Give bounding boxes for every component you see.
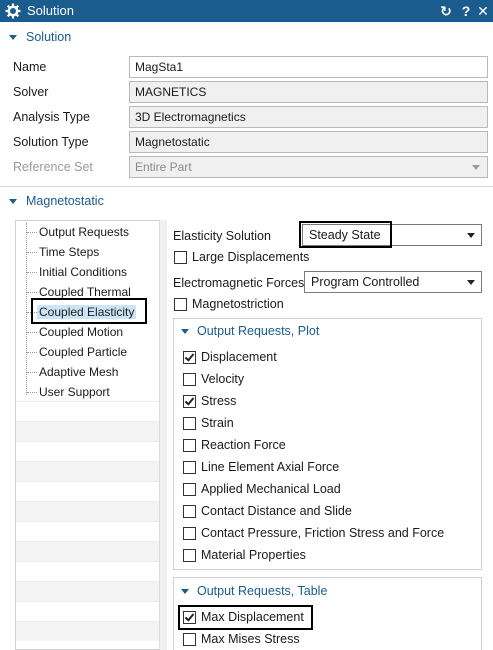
solution-type-field: Magnetostatic: [129, 131, 488, 153]
close-icon[interactable]: ✕: [475, 2, 491, 20]
magnetostatic-section-header[interactable]: Magnetostatic: [0, 191, 493, 213]
title-bar: Solution ↻ ? ✕: [0, 0, 493, 22]
collapse-triangle-icon: [181, 589, 189, 594]
tree-empty-row: [16, 481, 159, 501]
em-forces-select[interactable]: Program Controlled: [304, 271, 482, 293]
tree-empty-row: [16, 521, 159, 541]
tree-empty-row: [16, 441, 159, 461]
tree-empty-row: [16, 461, 159, 481]
collapse-triangle-icon: [9, 199, 17, 204]
analysis-type-field: 3D Electromagnetics: [129, 106, 488, 128]
tree-empty-row: [16, 621, 159, 641]
solution-section-header[interactable]: Solution: [0, 27, 493, 49]
reference-set-select: Entire Part: [129, 156, 488, 178]
tree-empty-row: [16, 421, 159, 441]
solution-tree: Output Requests Time Steps Initial Condi…: [15, 220, 159, 650]
tree-item-time-steps[interactable]: Time Steps: [16, 242, 159, 262]
tree-empty-row: [16, 581, 159, 601]
section-divider: [0, 186, 493, 187]
reference-set-value: Entire Part: [135, 160, 192, 174]
tree-empty-row: [16, 501, 159, 521]
tree-item-adaptive-mesh[interactable]: Adaptive Mesh: [16, 362, 159, 382]
gear-icon: [5, 3, 21, 19]
solver-label: Solver: [13, 85, 49, 99]
collapse-triangle-icon: [9, 35, 17, 40]
elasticity-highlight: [299, 221, 392, 248]
name-input[interactable]: MagSta1: [129, 56, 488, 78]
help-icon[interactable]: ?: [458, 2, 474, 20]
em-forces-label: Electromagnetic Forces: [173, 276, 305, 290]
tree-empty-row: [16, 541, 159, 561]
tree-item-output-requests[interactable]: Output Requests: [16, 222, 159, 242]
solution-type-label: Solution Type: [13, 135, 89, 149]
check-icon: [184, 395, 195, 406]
elasticity-solution-label: Elasticity Solution: [173, 229, 271, 243]
tree-item-coupled-motion[interactable]: Coupled Motion: [16, 322, 159, 342]
analysis-type-label: Analysis Type: [13, 110, 90, 124]
selection-highlight: [31, 298, 147, 324]
tree-scrollbar[interactable]: [159, 220, 167, 650]
chevron-down-icon: [467, 280, 475, 285]
tree-item-initial-conditions[interactable]: Initial Conditions: [16, 262, 159, 282]
tree-item-coupled-particle[interactable]: Coupled Particle: [16, 342, 159, 362]
reference-set-label: Reference Set: [13, 160, 93, 174]
name-label: Name: [13, 60, 47, 74]
chevron-down-icon: [467, 233, 475, 238]
chevron-down-icon: [472, 165, 480, 170]
checkbox-box: [174, 298, 187, 311]
window-title: Solution: [27, 3, 74, 18]
reset-icon[interactable]: ↻: [438, 2, 454, 20]
checkbox-box: [174, 251, 187, 264]
em-forces-value: Program Controlled: [311, 275, 420, 289]
tree-empty-row: [16, 401, 159, 421]
tree-item-user-support[interactable]: User Support: [16, 382, 159, 402]
tree-empty-row: [16, 561, 159, 581]
solver-field: MAGNETICS: [129, 81, 488, 103]
max-displacement-highlight: [178, 605, 313, 630]
check-icon: [184, 351, 195, 362]
tree-empty-row: [16, 601, 159, 621]
collapse-triangle-icon: [181, 329, 189, 334]
